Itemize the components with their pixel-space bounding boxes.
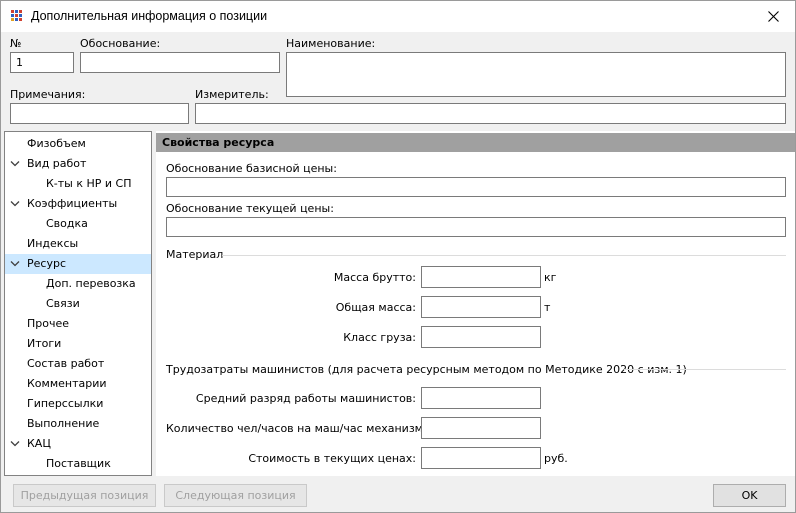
nav-item-indexes[interactable]: Индексы — [5, 234, 151, 254]
current-price-basis-field[interactable] — [166, 217, 786, 237]
hours-field[interactable] — [421, 417, 541, 439]
nav-item-coefficients[interactable]: Коэффициенты — [5, 194, 151, 214]
nav-item-label: К-ты к НР и СП — [46, 177, 132, 190]
cost-unit: руб. — [544, 452, 568, 465]
nav-item-label: Состав работ — [27, 357, 105, 370]
nav-item-execution[interactable]: Выполнение — [5, 414, 151, 434]
cost-label: Стоимость в текущих ценах: — [248, 452, 416, 465]
navigation-tree: Физобъем Вид работ К-ты к НР и СП Коэффи… — [4, 131, 152, 476]
nav-item-label: Физобъем — [27, 137, 86, 150]
chevron-down-icon[interactable] — [10, 160, 20, 168]
nav-item-label: Комментарии — [27, 377, 107, 390]
title-bar: Дополнительная информация о позиции — [1, 1, 795, 32]
cost-field[interactable] — [421, 447, 541, 469]
gross-mass-label: Масса брутто: — [333, 271, 416, 284]
nav-item-label: Гиперссылки — [27, 397, 104, 410]
labor-group-title: Трудозатраты машинистов (для расчета рес… — [166, 363, 687, 376]
base-price-basis-field[interactable] — [166, 177, 786, 197]
gross-mass-unit: кг — [544, 271, 557, 284]
name-label: Наименование: — [286, 37, 376, 50]
nav-item-label: Ресурс — [27, 257, 66, 270]
nav-item-kac[interactable]: КАЦ — [5, 434, 151, 454]
unit-label: Измеритель: — [195, 88, 269, 101]
nav-item-work-composition[interactable]: Состав работ — [5, 354, 151, 374]
material-group-divider — [222, 255, 786, 256]
avg-grade-label: Средний разряд работы машинистов: — [195, 392, 416, 405]
number-field[interactable]: 1 — [10, 52, 74, 73]
app-grid-icon — [10, 9, 24, 23]
nav-item-volume[interactable]: Физобъем — [5, 134, 151, 154]
prev-position-button[interactable]: Предыдущая позиция — [13, 484, 156, 507]
nav-item-resource[interactable]: Ресурс — [5, 254, 151, 274]
notes-label: Примечания: — [10, 88, 86, 101]
nav-item-comments[interactable]: Комментарии — [5, 374, 151, 394]
dialog-window: Дополнительная информация о позиции № 1 … — [0, 0, 796, 513]
nav-item-label: Прочее — [27, 317, 70, 330]
nav-item-overhead-coefs[interactable]: К-ты к НР и СП — [5, 174, 151, 194]
total-mass-field[interactable] — [421, 296, 541, 318]
nav-item-label: КАЦ — [27, 437, 51, 450]
unit-field[interactable] — [195, 103, 786, 124]
close-icon — [767, 11, 779, 22]
section-title: Свойства ресурса — [156, 133, 795, 152]
basis-field[interactable] — [80, 52, 280, 73]
cargo-class-label: Класс груза: — [343, 331, 416, 344]
nav-item-supplier[interactable]: Поставщик — [5, 454, 151, 474]
gross-mass-field[interactable] — [421, 266, 541, 288]
cargo-class-field[interactable] — [421, 326, 541, 348]
nav-item-label: Связи — [46, 297, 80, 310]
nav-item-summary[interactable]: Сводка — [5, 214, 151, 234]
chevron-down-icon[interactable] — [10, 260, 20, 268]
basis-label: Обоснование: — [80, 37, 161, 50]
close-button[interactable] — [751, 1, 795, 32]
window-title: Дополнительная информация о позиции — [31, 9, 268, 23]
material-group-title: Материал — [166, 248, 224, 261]
nav-item-label: Доп. перевозка — [46, 277, 136, 290]
nav-item-label: Выполнение — [27, 417, 100, 430]
chevron-down-icon[interactable] — [10, 440, 20, 448]
name-field[interactable] — [286, 52, 786, 97]
notes-field[interactable] — [10, 103, 189, 124]
number-label: № — [10, 37, 22, 50]
ok-button[interactable]: OK — [713, 484, 786, 507]
total-mass-label: Общая масса: — [335, 301, 416, 314]
nav-item-other[interactable]: Прочее — [5, 314, 151, 334]
current-price-basis-label: Обоснование текущей цены: — [166, 202, 334, 215]
labor-group-divider — [624, 369, 786, 370]
base-price-basis-label: Обоснование базисной цены: — [166, 162, 337, 175]
total-mass-unit: т — [544, 301, 551, 314]
nav-item-label: Сводка — [46, 217, 88, 230]
nav-item-label: Индексы — [27, 237, 79, 250]
hours-label: Количество чел/часов на маш/час механизм… — [166, 422, 434, 435]
nav-item-work-type[interactable]: Вид работ — [5, 154, 151, 174]
nav-item-extra-transport[interactable]: Доп. перевозка — [5, 274, 151, 294]
nav-item-totals[interactable]: Итоги — [5, 334, 151, 354]
nav-item-links[interactable]: Связи — [5, 294, 151, 314]
nav-item-hyperlinks[interactable]: Гиперссылки — [5, 394, 151, 414]
nav-item-label: Поставщик — [46, 457, 111, 470]
next-position-button[interactable]: Следующая позиция — [164, 484, 307, 507]
resource-properties-panel: Свойства ресурса Обоснование базисной це… — [156, 131, 795, 476]
avg-grade-field[interactable] — [421, 387, 541, 409]
chevron-down-icon[interactable] — [10, 200, 20, 208]
nav-item-label: Коэффициенты — [27, 197, 118, 210]
nav-item-label: Итоги — [27, 337, 62, 350]
nav-item-label: Вид работ — [27, 157, 87, 170]
